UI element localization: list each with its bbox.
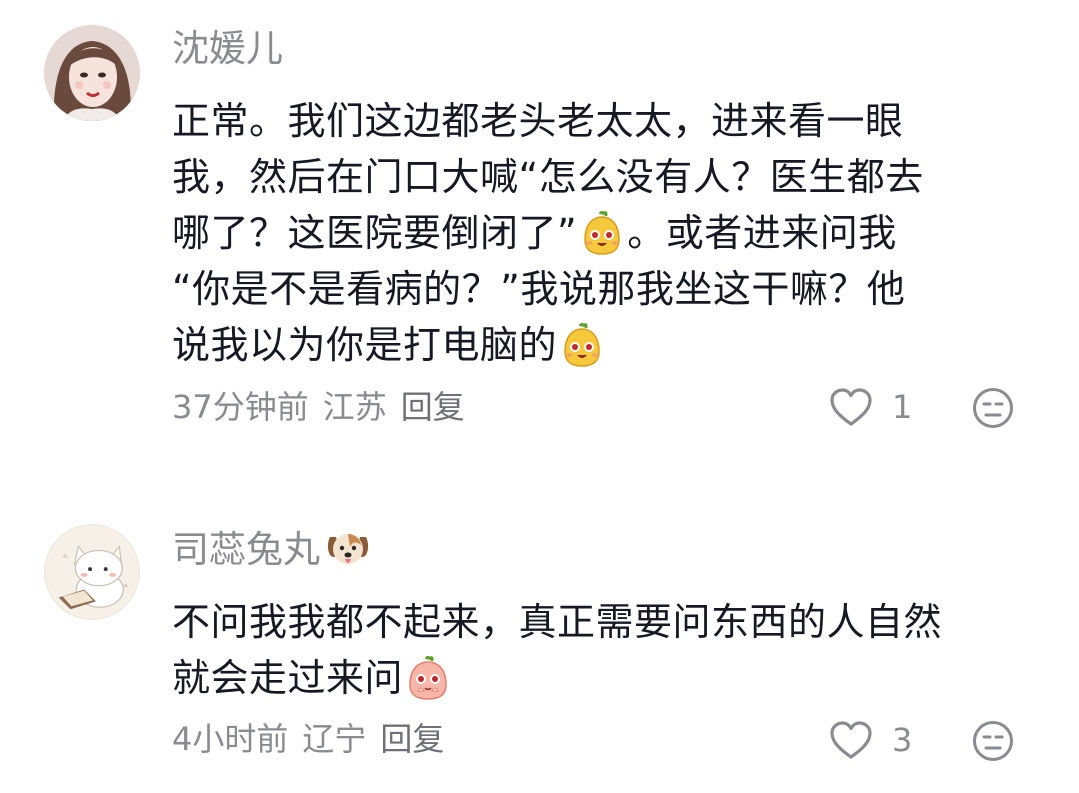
like-count: 3	[892, 721, 913, 759]
comment-item: 沈媛儿 正常。我们这边都老头老太太，进来看一眼 我，然后在门口大喊“怎么没有人？…	[0, 0, 1079, 460]
comment-time: 4小时前	[172, 720, 289, 758]
comment-meta: 4小时前 辽宁 回复	[172, 719, 458, 759]
like-count: 1	[892, 388, 913, 426]
yellow-grinning-emoji-icon	[564, 322, 600, 367]
reply-button[interactable]: 回复	[380, 720, 444, 758]
username[interactable]: 司蕊兔丸	[172, 528, 372, 572]
comment-text: 不问我我都不起来，真正需要问东西的人自然 就会走过来问	[172, 594, 1022, 706]
dislike-face-icon[interactable]	[972, 387, 1014, 429]
comment-text-line: 不问我我都不起来，真正需要问东西的人自然	[172, 600, 943, 644]
comment-text-line: 哪了？这医院要倒闭了” 。或者进来问我	[172, 205, 1022, 261]
comment-text-segment: 。或者进来问我	[627, 211, 897, 255]
comment-text-line: 说我以为你是打电脑的	[172, 317, 1022, 373]
comment-text-line: 就会走过来问	[172, 650, 1022, 706]
username-text: 司蕊兔丸	[172, 528, 320, 571]
dislike-face-icon[interactable]	[972, 720, 1014, 762]
comment-location: 江苏	[322, 388, 387, 426]
comment-text: 正常。我们这边都老头老太太，进来看一眼 我，然后在门口大喊“怎么没有人？医生都去…	[172, 93, 1022, 373]
comment-time: 37分钟前	[172, 388, 309, 426]
pink-pleading-emoji-icon	[409, 655, 447, 700]
avatar-illustration	[45, 525, 139, 619]
avatar[interactable]	[44, 524, 140, 620]
comment-location: 辽宁	[302, 720, 367, 758]
reply-button[interactable]: 回复	[401, 388, 465, 426]
heart-outline-icon	[830, 388, 872, 426]
like-button[interactable]: 3	[828, 718, 912, 762]
comment-text-segment: 哪了？这医院要倒闭了”	[172, 211, 578, 255]
comment-text-line: “你是不是看病的？”我说那我坐这干嘛？他	[172, 267, 906, 311]
avatar-photo	[44, 25, 140, 121]
comment-meta: 37分钟前 江苏 回复	[172, 387, 479, 427]
dog-face-emoji-icon	[327, 533, 369, 564]
comment-text-segment: 说我以为你是打电脑的	[172, 323, 558, 367]
comment-text-line: 我，然后在门口大喊“怎么没有人？医生都去	[172, 155, 924, 199]
yellow-grinning-emoji-icon	[584, 210, 620, 255]
comment-text-segment: 就会走过来问	[172, 656, 404, 700]
comment-item: 司蕊兔丸 不问我我都不起来，真正需要问东西的人自然 就会走过来问 4小时前 辽宁回…	[0, 500, 1079, 793]
comment-text-line: 正常。我们这边都老头老太太，进来看一眼	[172, 99, 904, 143]
heart-outline-icon	[830, 721, 872, 759]
avatar[interactable]	[44, 25, 140, 121]
username[interactable]: 沈媛儿	[172, 27, 283, 71]
like-button[interactable]: 1	[828, 385, 912, 429]
